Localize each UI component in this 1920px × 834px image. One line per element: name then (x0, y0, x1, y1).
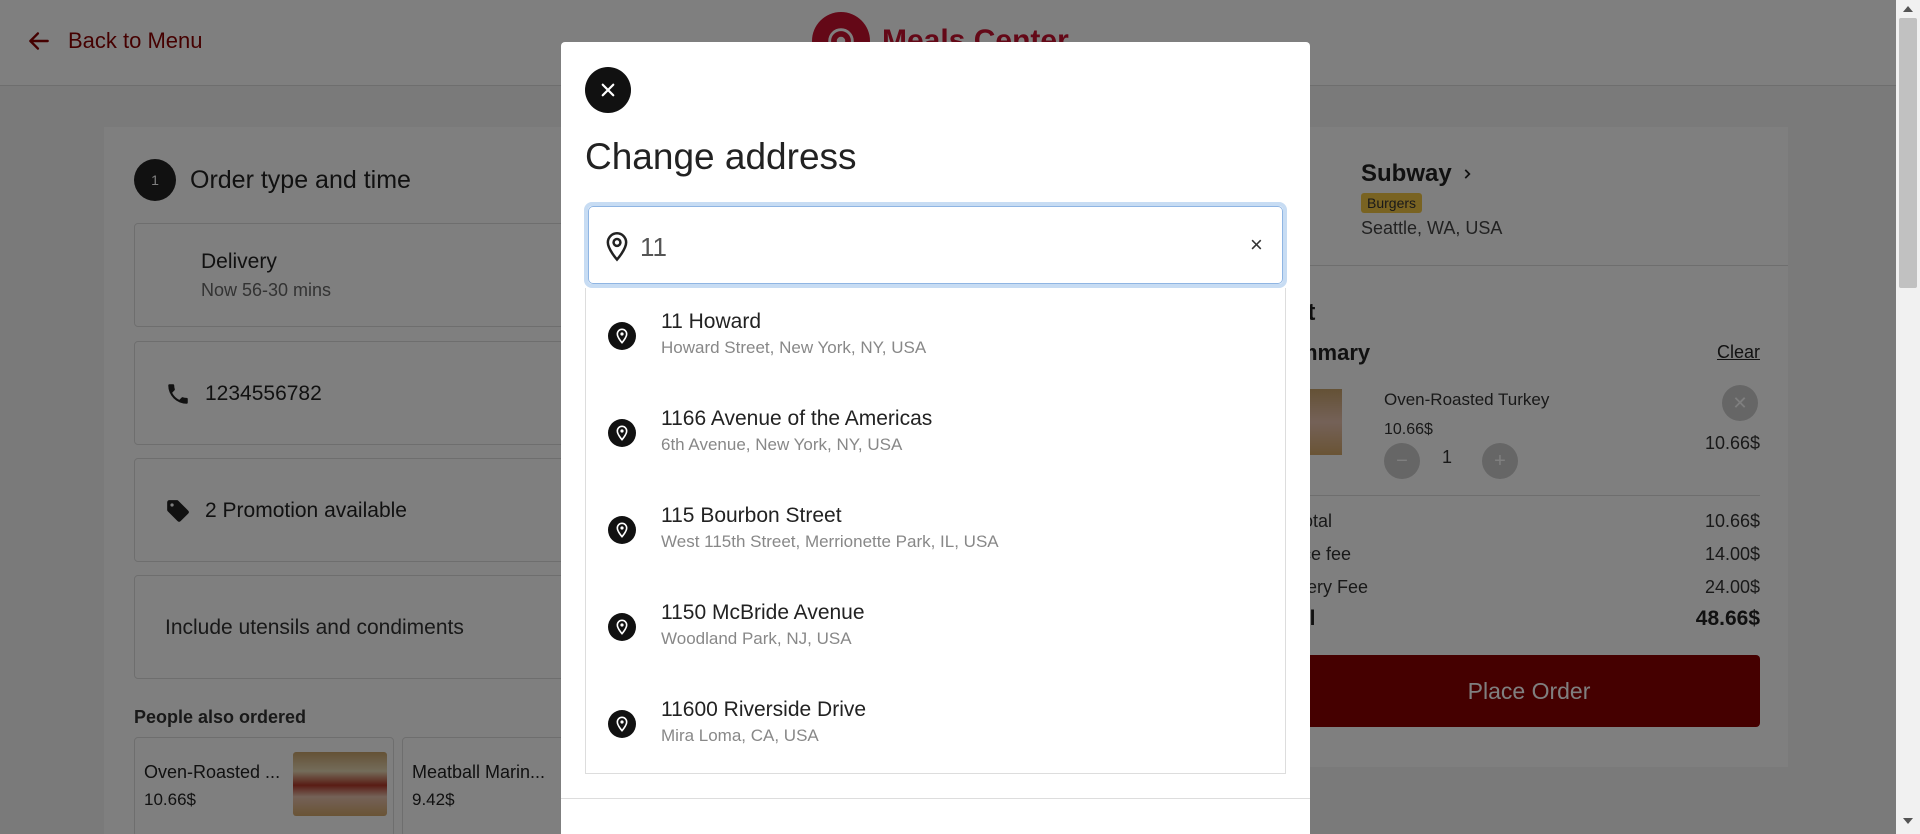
address-search-input[interactable] (640, 228, 1200, 266)
location-pin-icon (606, 232, 628, 262)
location-pin-icon (608, 613, 636, 641)
address-suggestion[interactable]: 115 Bourbon Street West 115th Street, Me… (586, 482, 1285, 579)
address-suggestion[interactable]: 11600 Riverside Drive Mira Loma, CA, USA (586, 676, 1285, 773)
page-scrollbar[interactable] (1896, 0, 1920, 834)
location-pin-icon (608, 419, 636, 447)
location-pin-icon (608, 710, 636, 738)
suggestion-name: 1150 McBride Avenue (661, 601, 865, 624)
suggestion-name: 1166 Avenue of the Americas (661, 407, 933, 430)
address-suggestion[interactable]: 1166 Avenue of the Americas 6th Avenue, … (586, 385, 1285, 482)
scrollbar-thumb[interactable] (1899, 18, 1917, 288)
clear-search-icon[interactable]: × (1250, 232, 1263, 258)
location-pin-icon (608, 516, 636, 544)
address-search-box[interactable]: × (584, 202, 1287, 288)
dialog-title: Change address (585, 136, 857, 177)
scroll-up-arrow-icon[interactable] (1903, 6, 1913, 12)
close-icon (601, 83, 615, 97)
suggestion-address: West 115th Street, Merrionette Park, IL,… (661, 532, 999, 551)
suggestion-address: Mira Loma, CA, USA (661, 726, 819, 745)
suggestion-address: 6th Avenue, New York, NY, USA (661, 435, 903, 454)
scroll-down-arrow-icon[interactable] (1903, 818, 1913, 824)
change-address-dialog: Change address × 11 Howard Howard Street… (561, 42, 1310, 834)
address-suggestion[interactable]: 1150 McBride Avenue Woodland Park, NJ, U… (586, 579, 1285, 676)
location-pin-icon (608, 322, 636, 350)
divider (561, 798, 1310, 799)
close-dialog-button[interactable] (585, 67, 631, 113)
address-suggestions-list: 11 Howard Howard Street, New York, NY, U… (585, 288, 1286, 774)
suggestion-name: 11600 Riverside Drive (661, 698, 867, 721)
address-suggestion[interactable]: 11 Howard Howard Street, New York, NY, U… (586, 288, 1285, 385)
suggestion-address: Howard Street, New York, NY, USA (661, 338, 927, 357)
suggestion-address: Woodland Park, NJ, USA (661, 629, 852, 648)
suggestion-name: 115 Bourbon Street (661, 504, 842, 527)
suggestion-name: 11 Howard (661, 310, 761, 333)
